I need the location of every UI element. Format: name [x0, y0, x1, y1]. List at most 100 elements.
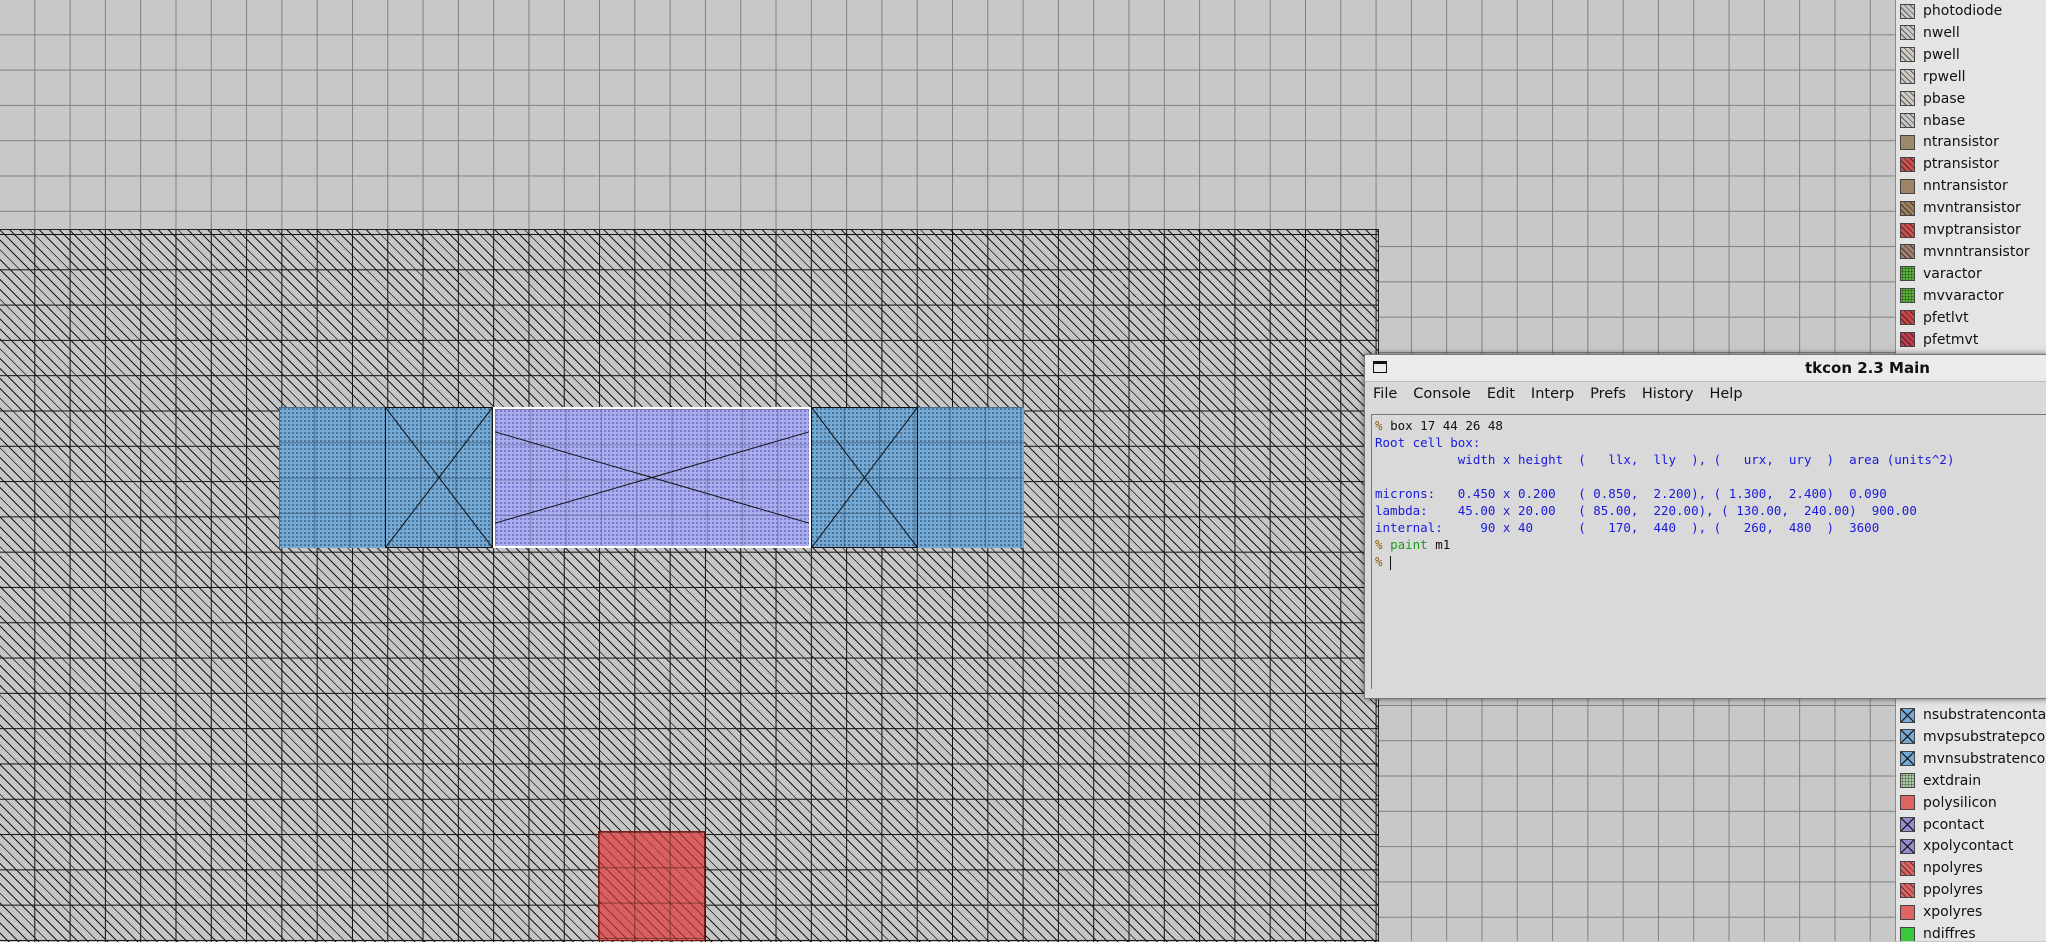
layer-swatch-icon: [1900, 200, 1915, 216]
layer-swatch-icon: [1900, 707, 1915, 723]
layer-item[interactable]: ntransistor: [1896, 131, 2046, 153]
layer-swatch-icon: [1900, 134, 1915, 150]
drain-contact[interactable]: [811, 407, 918, 548]
layer-item[interactable]: pfetlvt: [1896, 307, 2046, 329]
layer-item[interactable]: varactor: [1896, 263, 2046, 285]
layer-label: photodiode: [1923, 3, 2003, 19]
menu-file[interactable]: File: [1365, 382, 1405, 406]
contact-cross-icon: [812, 408, 917, 547]
layer-item[interactable]: mvnntransistor: [1896, 241, 2046, 263]
layer-label: mvvaractor: [1923, 287, 2004, 304]
layer-item[interactable]: nbase: [1896, 110, 2046, 132]
layer-item[interactable]: rpwell: [1896, 66, 2046, 88]
layer-item[interactable]: extdrain: [1896, 770, 2046, 792]
layer-item[interactable]: mvpsubstratepcontact: [1896, 726, 2046, 748]
console-text: paint: [1390, 537, 1428, 552]
console-text: lambda: 45.00 x 20.00 ( 85.00, 220.00), …: [1375, 503, 1917, 518]
layer-label: rpwell: [1923, 68, 1966, 85]
layer-item[interactable]: npolyres: [1896, 857, 2046, 879]
menu-prefs[interactable]: Prefs: [1582, 382, 1634, 406]
layer-label: pbase: [1923, 90, 1966, 107]
layer-label: pfetlvt: [1923, 309, 1969, 326]
layer-label: pfetmvt: [1923, 331, 1979, 348]
console-text: width x height ( llx, lly ), ( urx, ury …: [1375, 452, 1955, 467]
console-line: % paint m1: [1375, 536, 2046, 553]
layer-swatch-icon: [1900, 310, 1915, 326]
layer-item[interactable]: nntransistor: [1896, 175, 2046, 197]
layer-item[interactable]: pcontact: [1896, 814, 2046, 836]
layer-item[interactable]: nsubstratencontact: [1896, 704, 2046, 726]
layer-swatch-icon: [1900, 860, 1915, 876]
layer-swatch-icon: [1900, 47, 1915, 63]
layer-label: polysilicon: [1923, 794, 1997, 811]
layer-swatch-icon: [1900, 332, 1915, 347]
layer-item[interactable]: mvvaractor: [1896, 285, 2046, 307]
window-titlebar[interactable]: tkcon 2.3 Main: [1365, 355, 2046, 382]
layer-item[interactable]: photodiode: [1896, 0, 2046, 22]
layer-label: xpolycontact: [1923, 838, 2014, 855]
text-cursor: [1390, 555, 1392, 570]
layer-item[interactable]: pbase: [1896, 88, 2046, 110]
layer-swatch-icon: [1900, 156, 1915, 172]
source-contact[interactable]: [385, 407, 493, 548]
window-title: tkcon 2.3 Main: [1805, 359, 1930, 377]
layer-item[interactable]: xpolyres: [1896, 901, 2046, 923]
layer-item[interactable]: polysilicon: [1896, 792, 2046, 814]
layer-label: pwell: [1923, 46, 1960, 63]
layer-label: ntransistor: [1923, 134, 1999, 151]
layer-item[interactable]: xpolycontact: [1896, 835, 2046, 857]
contact-cross-icon: [386, 408, 492, 547]
console-line: Root cell box:: [1375, 434, 2046, 451]
layer-swatch-icon: [1900, 773, 1915, 789]
layer-item[interactable]: nwell: [1896, 22, 2046, 44]
selection-box[interactable]: [493, 407, 811, 548]
layer-swatch-icon: [1900, 266, 1915, 282]
layer-swatch-icon: [1900, 244, 1915, 260]
layer-item[interactable]: ndiffres: [1896, 923, 2046, 941]
layer-swatch-icon: [1900, 817, 1915, 832]
tkcon-window[interactable]: tkcon 2.3 Main File Console Edit Interp Pref…: [1364, 354, 2046, 699]
layer-swatch-icon: [1900, 904, 1915, 920]
console-text: m1: [1427, 537, 1451, 552]
layer-item[interactable]: pfetmvt: [1896, 329, 2046, 351]
layer-label: mvnsubstratencontact: [1923, 750, 2046, 767]
layer-swatch-icon: [1900, 751, 1915, 767]
menu-edit[interactable]: Edit: [1479, 382, 1523, 406]
layer-swatch-icon: [1900, 729, 1915, 745]
layer-label: ppolyres: [1923, 882, 1983, 899]
layer-item[interactable]: ppolyres: [1896, 879, 2046, 901]
layer-label: mvptransistor: [1923, 222, 2021, 238]
console-line: microns: 0.450 x 0.200 ( 0.850, 2.200), …: [1375, 485, 2046, 502]
polysilicon-shape[interactable]: [598, 831, 705, 941]
console-text: box 17 44 26 48: [1390, 418, 1503, 433]
layer-label: ndiffres: [1923, 926, 1976, 941]
menu-console[interactable]: Console: [1405, 382, 1479, 406]
layer-swatch-icon: [1900, 222, 1915, 238]
menu-bar: File Console Edit Interp Prefs History Help: [1365, 382, 2046, 406]
layer-item[interactable]: mvntransistor: [1896, 197, 2046, 219]
layer-label: nntransistor: [1923, 178, 2008, 195]
layer-swatch-icon: [1900, 91, 1915, 107]
layer-label: nwell: [1923, 24, 1960, 41]
layer-swatch-icon: [1900, 25, 1915, 41]
layer-swatch-icon: [1900, 288, 1915, 304]
layer-label: varactor: [1923, 265, 1982, 282]
layer-swatch-icon: [1900, 178, 1915, 194]
layer-item[interactable]: mvnsubstratencontact: [1896, 748, 2046, 770]
menu-interp[interactable]: Interp: [1523, 382, 1582, 406]
console-output[interactable]: % box 17 44 26 48 Root cell box: width x …: [1371, 414, 2046, 689]
layer-label: mvnntransistor: [1923, 243, 2030, 260]
layer-label: mvpsubstratepcontact: [1923, 728, 2046, 745]
layer-swatch-icon: [1900, 795, 1915, 811]
layer-item[interactable]: ptransistor: [1896, 153, 2046, 175]
menu-help[interactable]: Help: [1701, 382, 1750, 406]
layer-swatch-icon: [1900, 69, 1915, 85]
layer-item[interactable]: pwell: [1896, 44, 2046, 66]
console-text: internal: 90 x 40 ( 170, 440 ), ( 260, 4…: [1375, 520, 1880, 535]
layer-label: npolyres: [1923, 860, 1983, 877]
window-menu-icon[interactable]: [1373, 361, 1387, 373]
layer-item[interactable]: mvptransistor: [1896, 219, 2046, 241]
menu-history[interactable]: History: [1634, 382, 1702, 406]
layer-swatch-icon: [1900, 113, 1915, 128]
